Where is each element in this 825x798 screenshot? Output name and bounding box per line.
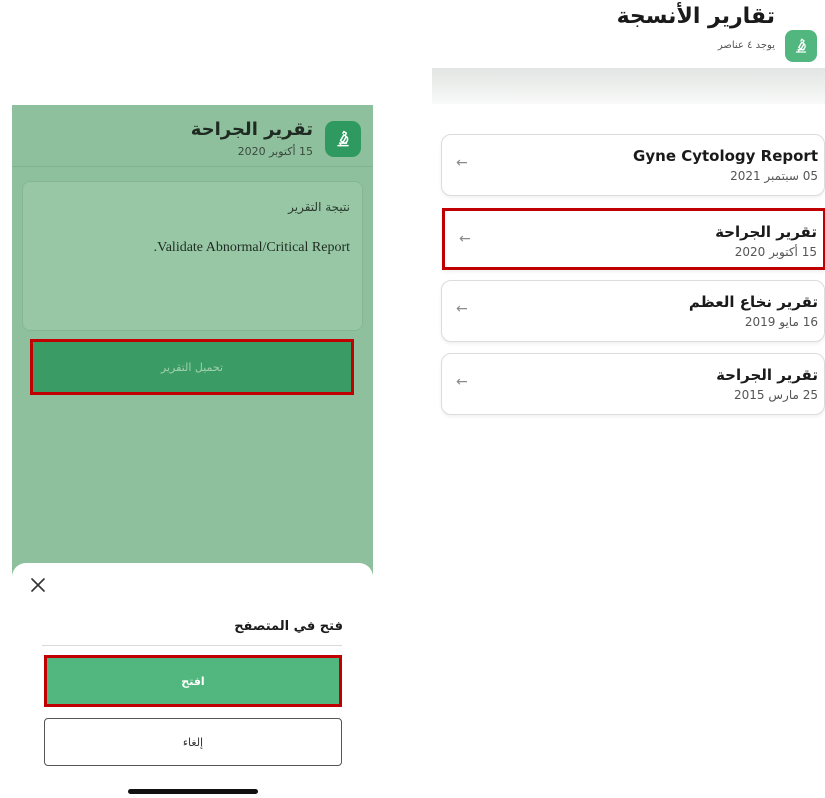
- arrow-left-icon: ←: [459, 231, 471, 247]
- open-in-browser-sheet: فتح في المتصفح افتح إلغاء: [12, 563, 373, 798]
- report-item-date: 25 مارس 2015: [734, 388, 818, 402]
- home-indicator: [128, 789, 258, 794]
- header-band: [432, 68, 825, 104]
- report-list-item[interactable]: ← تقرير الجراحة 15 أكتوبر 2020: [442, 208, 825, 270]
- report-item-title: تقرير الجراحة: [715, 223, 817, 241]
- sheet-title: فتح في المتصفح: [234, 619, 343, 634]
- report-item-date: 15 أكتوبر 2020: [734, 245, 817, 259]
- page-title: تقارير الأنسجة: [616, 4, 775, 29]
- download-report-button[interactable]: تحميل التقرير: [30, 339, 354, 395]
- report-detail-header: تقرير الجراحة 15 أكتوبر 2020: [12, 105, 373, 167]
- reports-badge: [785, 30, 817, 62]
- report-item-date: 05 سبتمبر 2021: [730, 169, 818, 183]
- report-list-item[interactable]: ← تقرير نخاع العظم 16 مايو 2019: [441, 280, 825, 342]
- report-title: تقرير الجراحة: [190, 119, 313, 140]
- open-button[interactable]: افتح: [44, 655, 342, 707]
- report-list-item[interactable]: ← تقرير الجراحة 25 مارس 2015: [441, 353, 825, 415]
- arrow-left-icon: ←: [456, 155, 468, 171]
- close-icon: [31, 578, 45, 592]
- microscope-icon: [795, 38, 807, 53]
- result-text: .Validate Abnormal/Critical Report: [153, 240, 350, 255]
- report-item-title: تقرير نخاع العظم: [688, 293, 818, 311]
- report-detail-screen: تقرير الجراحة 15 أكتوبر 2020 نتيجة التقر…: [12, 105, 373, 798]
- report-item-date: 16 مايو 2019: [744, 315, 818, 329]
- report-list-item[interactable]: ← Gyne Cytology Report 05 سبتمبر 2021: [441, 134, 825, 196]
- report-item-title: Gyne Cytology Report: [633, 147, 818, 165]
- report-badge: [325, 121, 361, 157]
- arrow-left-icon: ←: [456, 374, 468, 390]
- report-item-title: تقرير الجراحة: [716, 366, 818, 384]
- microscope-icon: [337, 130, 349, 147]
- items-count: يوجد ٤ عناصر: [717, 40, 775, 51]
- arrow-left-icon: ←: [456, 301, 468, 317]
- result-label: نتيجة التقرير: [288, 200, 350, 214]
- sheet-divider: [42, 645, 342, 646]
- cancel-button[interactable]: إلغاء: [44, 718, 342, 766]
- sheet-close-button[interactable]: [26, 573, 50, 597]
- report-result-card: نتيجة التقرير .Validate Abnormal/Critica…: [22, 181, 363, 331]
- report-date: 15 أكتوبر 2020: [237, 145, 313, 158]
